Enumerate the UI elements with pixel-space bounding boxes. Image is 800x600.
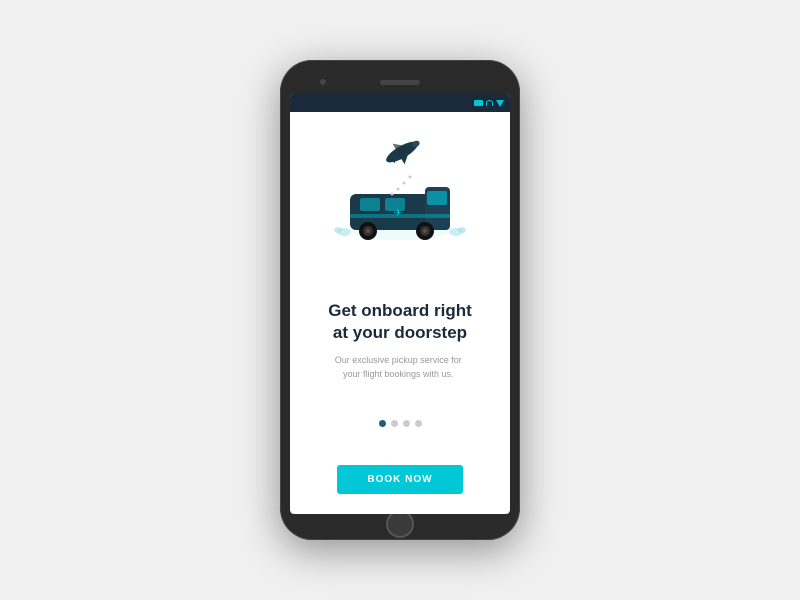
phone-top-bar (290, 70, 510, 94)
home-button[interactable] (386, 510, 414, 538)
dot-3[interactable] (403, 420, 410, 427)
text-section: Get onboard rightat your doorstep Our ex… (328, 300, 472, 381)
phone-speaker (380, 80, 420, 85)
subtitle: Our exclusive pickup service for your fl… (328, 354, 468, 381)
dot-4[interactable] (415, 420, 422, 427)
dot-2[interactable] (391, 420, 398, 427)
book-now-button[interactable]: BOOK NOW (337, 465, 462, 494)
phone-bottom (290, 514, 510, 530)
illustration: ✈ (330, 132, 470, 262)
pagination-dots (379, 420, 422, 427)
phone-screen: ✈ (290, 94, 510, 514)
screen-content: ✈ (290, 112, 510, 514)
battery-icon (474, 100, 483, 106)
svg-text:✈: ✈ (394, 208, 402, 219)
status-bar (290, 94, 510, 112)
signal-icon (496, 100, 504, 107)
phone-mockup: ✈ (280, 60, 520, 540)
dot-1[interactable] (379, 420, 386, 427)
wifi-icon (486, 100, 493, 106)
main-title: Get onboard rightat your doorstep (328, 300, 472, 344)
phone-camera (320, 79, 326, 85)
